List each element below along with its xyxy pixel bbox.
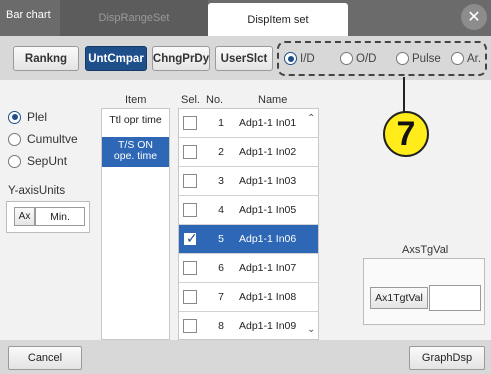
radio-checked-icon <box>8 110 21 124</box>
cancel-button[interactable]: Cancel <box>8 346 82 370</box>
no-header: No. <box>206 94 224 106</box>
radio-id-label: I/D <box>300 52 315 65</box>
tab-bar-chart: Bar chart <box>6 9 51 21</box>
checkbox[interactable] <box>183 290 197 304</box>
close-button[interactable]: ✕ <box>461 4 487 30</box>
row-no: 4 <box>218 204 224 216</box>
checkbox[interactable] <box>183 174 197 188</box>
item-header: Item <box>125 94 147 106</box>
tab-disp-item-set[interactable]: DispItem set <box>208 3 348 36</box>
radio-od-label: O/D <box>356 52 377 65</box>
untcmpar-button[interactable]: UntCmpar <box>85 46 147 71</box>
option-sepunt-label: SepUnt <box>27 154 68 168</box>
signal-list[interactable]: 1 Adp1-1 In01 2 Adp1-1 In02 3 Adp1-1 In0… <box>178 108 319 340</box>
option-plel[interactable]: Plel <box>8 110 47 124</box>
table-row[interactable]: 4 Adp1-1 In05 <box>179 196 318 225</box>
radio-icon <box>451 52 464 65</box>
option-cumultve-label: Cumultve <box>27 132 78 146</box>
radio-ar-label: Ar. <box>467 52 482 65</box>
radio-ar[interactable]: Ar. <box>451 52 481 65</box>
radio-icon <box>8 154 21 168</box>
scroll-down-icon[interactable]: ⌄ <box>307 324 315 335</box>
row-no: 7 <box>218 291 224 303</box>
list-item[interactable]: Ttl opr time <box>102 114 169 126</box>
tab-disp-range-set[interactable]: DispRangeSet <box>60 0 208 36</box>
checkbox[interactable] <box>183 116 197 130</box>
axs-tg-val-title: AxsTgVal <box>402 244 449 256</box>
ax-button[interactable]: Ax <box>14 207 35 226</box>
checkbox-checked[interactable]: ✓ <box>183 230 198 246</box>
row-name: Adp1-1 In06 <box>239 233 297 245</box>
ax1-tgt-val-input[interactable] <box>429 285 481 311</box>
radio-icon <box>396 52 409 65</box>
list-item-line-1: T/S ON <box>117 139 153 151</box>
option-cumultve[interactable]: Cumultve <box>8 132 78 146</box>
item-list[interactable]: Ttl opr time T/S ON ope. time <box>101 108 170 340</box>
checkbox[interactable] <box>183 261 197 275</box>
row-no: 8 <box>218 320 224 332</box>
table-row-selected[interactable]: ✓ 5 Adp1-1 In06 <box>179 225 318 254</box>
row-no: 2 <box>218 146 224 158</box>
scroll-up-icon[interactable]: ⌃ <box>307 113 315 124</box>
row-no: 5 <box>218 233 224 245</box>
radio-pulse-label: Pulse <box>412 52 441 65</box>
radio-pulse[interactable]: Pulse <box>396 52 441 65</box>
checkbox[interactable] <box>183 145 197 159</box>
table-row[interactable]: 8 Adp1-1 In09 <box>179 312 318 339</box>
checkmark-icon: ✓ <box>186 230 198 246</box>
radio-id[interactable]: I/D <box>284 52 315 65</box>
close-icon: ✕ <box>467 9 481 26</box>
row-no: 6 <box>218 262 224 274</box>
table-row[interactable]: 6 Adp1-1 In07 <box>179 254 318 283</box>
row-name: Adp1-1 In01 <box>239 117 297 129</box>
sel-header: Sel. <box>181 94 200 106</box>
radio-icon <box>8 132 21 146</box>
ax1-tgt-val-button[interactable]: Ax1TgtVal <box>370 287 428 309</box>
callout-badge: 7 <box>383 111 429 157</box>
userslct-button[interactable]: UserSlct <box>215 46 273 71</box>
list-item-line-2: ope. time <box>113 149 158 162</box>
option-sepunt[interactable]: SepUnt <box>8 154 67 168</box>
chngprdy-button[interactable]: ChngPrDy <box>152 46 210 71</box>
graph-disp-button[interactable]: GraphDsp <box>409 346 485 370</box>
table-row[interactable]: 1 Adp1-1 In01 <box>179 109 318 138</box>
table-row[interactable]: 2 Adp1-1 In02 <box>179 138 318 167</box>
table-row[interactable]: 7 Adp1-1 In08 <box>179 283 318 312</box>
checkbox[interactable] <box>183 319 197 333</box>
row-name: Adp1-1 In07 <box>239 262 297 274</box>
radio-icon <box>340 52 353 65</box>
min-button[interactable]: Min. <box>35 207 85 226</box>
row-name: Adp1-1 In09 <box>239 320 297 332</box>
radio-od[interactable]: O/D <box>340 52 376 65</box>
name-header: Name <box>258 94 288 106</box>
yaxis-units-title: Y-axisUnits <box>8 185 66 197</box>
row-name: Adp1-1 In08 <box>239 291 297 303</box>
row-no: 3 <box>218 175 224 187</box>
row-name: Adp1-1 In05 <box>239 204 297 216</box>
row-no: 1 <box>218 117 224 129</box>
rankng-button[interactable]: Rankng <box>13 46 79 71</box>
row-name: Adp1-1 In03 <box>239 175 297 187</box>
list-item-selected[interactable]: T/S ON ope. time <box>102 137 169 167</box>
radio-checked-icon <box>284 52 297 65</box>
option-plel-label: Plel <box>27 110 48 124</box>
row-name: Adp1-1 In02 <box>239 146 297 158</box>
checkbox[interactable] <box>183 203 197 217</box>
table-row[interactable]: 3 Adp1-1 In03 <box>179 167 318 196</box>
callout-line <box>403 77 405 112</box>
